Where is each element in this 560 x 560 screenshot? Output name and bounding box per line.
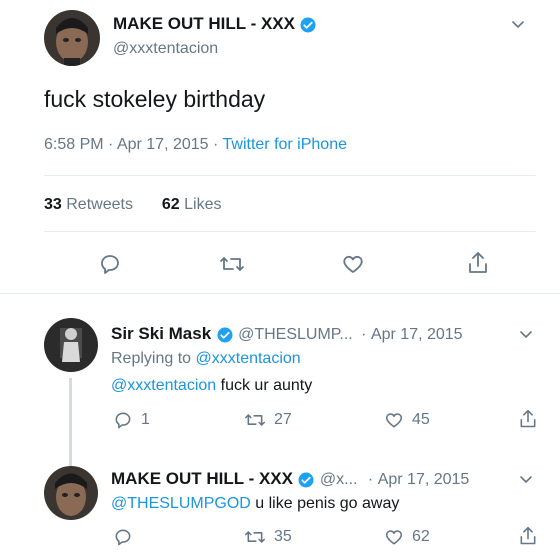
- like-action[interactable]: 62: [384, 527, 430, 547]
- likes-count: 62: [161, 196, 180, 213]
- handle[interactable]: @THESLUMP...: [238, 326, 353, 343]
- tweet-text: fuck stokeley birthday: [44, 86, 266, 112]
- avatar-reply2[interactable]: [44, 466, 98, 520]
- share-icon[interactable]: [518, 408, 538, 430]
- verified-icon: [297, 471, 315, 489]
- reply-date[interactable]: Apr 17, 2015: [371, 326, 463, 343]
- like-icon[interactable]: [341, 252, 365, 276]
- reply-text: @xxxtentacion fuck ur aunty: [111, 377, 312, 395]
- divider: [0, 293, 560, 294]
- retweet-action[interactable]: 35: [244, 527, 292, 547]
- replying-to-link[interactable]: @xxxtentacion: [196, 350, 301, 367]
- reply-text: @THESLUMPGOD u like penis go away: [111, 495, 399, 513]
- like-count: 62: [412, 528, 430, 545]
- separator: ·: [213, 136, 219, 153]
- retweets-count: 33: [44, 196, 62, 213]
- avatar-reply1[interactable]: [44, 318, 98, 372]
- chevron-down-icon[interactable]: [518, 471, 534, 487]
- retweet-icon: [244, 410, 266, 430]
- retweet-count: 27: [274, 411, 292, 428]
- reply-body: fuck ur aunty: [220, 377, 313, 394]
- share-icon[interactable]: [518, 525, 538, 547]
- like-icon: [384, 410, 404, 430]
- retweet-count: 35: [274, 528, 292, 545]
- verified-icon: [299, 16, 317, 34]
- mention-link[interactable]: @xxxtentacion: [111, 377, 216, 394]
- replying-prefix: Replying to: [111, 350, 192, 367]
- display-name[interactable]: Sir Ski Mask: [111, 324, 211, 343]
- tweet-date[interactable]: Apr 17, 2015: [117, 136, 209, 153]
- tweet-time[interactable]: 6:58 PM: [44, 136, 104, 153]
- separator: ·: [108, 136, 114, 153]
- display-name[interactable]: MAKE OUT HILL - XXX: [111, 469, 293, 488]
- reply-icon[interactable]: [113, 527, 133, 547]
- chevron-down-icon[interactable]: [510, 16, 526, 32]
- handle[interactable]: @xxxtentacion: [113, 40, 218, 58]
- replying-to: Replying to @xxxtentacion: [111, 350, 301, 368]
- mention-link[interactable]: @THESLUMPGOD: [111, 495, 251, 512]
- divider: [44, 175, 536, 176]
- retweets-label: Retweets: [66, 196, 133, 213]
- likes-label: Likes: [184, 196, 222, 213]
- reply-count: 1: [141, 411, 150, 428]
- thread-line: [69, 378, 72, 466]
- divider: [44, 231, 536, 232]
- reply-date[interactable]: Apr 17, 2015: [378, 471, 470, 488]
- retweet-action[interactable]: 27: [244, 410, 292, 430]
- share-icon[interactable]: [466, 250, 490, 276]
- handle[interactable]: @x...: [320, 471, 358, 488]
- like-action[interactable]: 45: [384, 410, 430, 430]
- main-tweet-header: MAKE OUT HILL - XXX: [113, 14, 317, 34]
- likes-stat[interactable]: 62 Likes: [162, 196, 222, 213]
- tweet-stats: 33 Retweets 62 Likes: [44, 196, 221, 214]
- retweet-icon: [244, 527, 266, 547]
- chevron-down-icon[interactable]: [518, 326, 534, 342]
- reply1-header: Sir Ski Mask @THESLUMP... · Apr 17, 2015: [111, 324, 463, 344]
- retweet-icon[interactable]: [219, 252, 245, 276]
- reply-action[interactable]: 1: [113, 410, 150, 430]
- reply-body: u like penis go away: [255, 495, 400, 512]
- reply-icon[interactable]: [98, 252, 122, 276]
- retweets-stat[interactable]: 33 Retweets: [44, 196, 137, 213]
- verified-icon: [216, 326, 234, 344]
- tweet-timestamp: 6:58 PM · Apr 17, 2015 · Twitter for iPh…: [44, 136, 347, 154]
- reply-icon: [113, 410, 133, 430]
- like-count: 45: [412, 411, 430, 428]
- separator: ·: [367, 471, 374, 488]
- display-name[interactable]: MAKE OUT HILL - XXX: [113, 14, 295, 33]
- avatar-main[interactable]: [44, 10, 100, 66]
- like-icon: [384, 527, 404, 547]
- separator: ·: [361, 326, 367, 343]
- tweet-source-link[interactable]: Twitter for iPhone: [223, 136, 348, 153]
- reply2-header: MAKE OUT HILL - XXX @x... · Apr 17, 2015: [111, 469, 469, 489]
